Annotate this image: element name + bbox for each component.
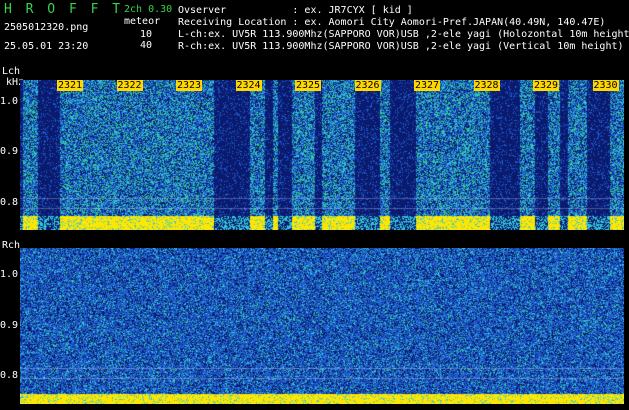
lch-line: L-ch:ex. UV5R 113.900Mhz(SAPPORO VOR)USB…	[178, 29, 629, 40]
time-tick-2323: 2323	[176, 80, 203, 91]
rch-ytick-1: 1.0	[0, 269, 19, 280]
time-tick-2324: 2324	[235, 80, 262, 91]
time-tick-2326: 2326	[354, 80, 381, 91]
channel-mode: 2ch 0.30	[124, 4, 173, 15]
observer-line: Ovserver : ex. JR7CYX [ kid ]	[178, 5, 413, 16]
rch-spectrogram	[20, 248, 624, 404]
lch-ytick-3: 0.8	[0, 197, 19, 208]
datetime: 25.05.01 23:20	[4, 41, 89, 52]
rch-ytick-2: 0.9	[0, 320, 19, 331]
lch-spectrogram	[20, 80, 624, 230]
time-tick-2328: 2328	[473, 80, 500, 91]
rch-ytick-3: 0.8	[0, 370, 19, 381]
mode-label: meteor	[124, 16, 161, 27]
lch-label: Lch	[2, 66, 21, 77]
rch-label: Rch	[2, 240, 21, 251]
location-line: Receiving Location : ex. Aomori City Aom…	[178, 17, 606, 28]
time-tick-2325: 2325	[295, 80, 322, 91]
rch-count: 40	[140, 40, 153, 51]
file-name: 2505012320.png	[4, 22, 89, 33]
rch-line: R-ch:ex. UV5R 113.900Mhz(SAPPORO VOR)USB…	[178, 41, 624, 52]
time-tick-2330: 2330	[592, 80, 619, 91]
time-tick-2329: 2329	[533, 80, 560, 91]
lch-ytick-2: 0.9	[0, 146, 19, 157]
lch-ytick-1: 1.0	[0, 96, 19, 107]
app-title: H R O F F T	[4, 2, 124, 17]
time-tick-2322: 2322	[116, 80, 143, 91]
time-tick-2327: 2327	[414, 80, 441, 91]
time-tick-2321: 2321	[57, 80, 84, 91]
